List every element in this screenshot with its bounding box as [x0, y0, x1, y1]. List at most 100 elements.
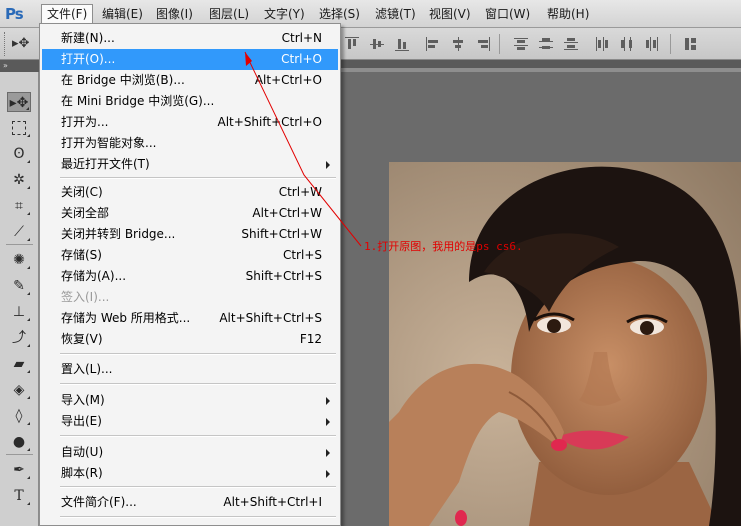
menu-item-label: 打开(O)... [61, 52, 116, 66]
menu-item-scripts[interactable]: 脚本(R) [42, 463, 338, 484]
options-divider [670, 34, 671, 54]
menu-item-shortcut: Ctrl+W [278, 185, 322, 199]
menu-item-label: 恢复(V) [61, 332, 103, 346]
menu-item-label: 新建(N)... [61, 31, 115, 45]
distribute-top-edges-icon[interactable] [514, 37, 528, 51]
pen-tool-icon[interactable]: ✒ [7, 460, 31, 480]
clone-stamp-tool-icon[interactable]: ⊥ [7, 302, 31, 322]
menu-item-close[interactable]: 关闭(C) Ctrl+W [42, 182, 338, 203]
menu-item-new[interactable]: 新建(N)... Ctrl+N [42, 28, 338, 49]
menu-item-open-as[interactable]: 打开为... Alt+Shift+Ctrl+O [42, 112, 338, 133]
menu-view[interactable]: 视图(V) [424, 4, 476, 24]
menu-file[interactable]: 文件(F) [41, 4, 94, 24]
menu-item-label: 脚本(R) [61, 466, 103, 480]
file-menu-dropdown: 新建(N)... Ctrl+N 打开(O)... Ctrl+O 在 Bridge 中… [39, 23, 341, 526]
align-vertical-centers-icon[interactable] [370, 37, 384, 51]
menu-item-open-as-smart-object[interactable]: 打开为智能对象... [42, 133, 338, 154]
menu-item-label: 自动(U) [61, 445, 104, 459]
menu-item-label: 存储为(A)... [61, 269, 127, 283]
menu-item-automate[interactable]: 自动(U) [42, 442, 338, 463]
align-left-edges-icon[interactable] [426, 37, 440, 51]
submenu-arrow-icon [326, 161, 330, 169]
align-right-edges-icon[interactable] [476, 37, 490, 51]
lasso-tool-icon[interactable]: ʘ [7, 144, 31, 164]
type-tool-icon[interactable]: T [7, 486, 31, 506]
menu-item-check-in: 签入(I)... [42, 287, 338, 308]
document-tab-strip [341, 60, 741, 68]
distribute-bottom-edges-icon[interactable] [564, 37, 578, 51]
menu-item-import[interactable]: 导入(M) [42, 390, 338, 411]
menu-item-shortcut: Shift+Ctrl+S [245, 269, 322, 283]
menu-window[interactable]: 窗口(W) [480, 4, 535, 24]
distribute-right-edges-icon[interactable] [645, 37, 659, 51]
menu-item-label: 文件简介(F)... [61, 495, 137, 509]
menu-item-open-recent[interactable]: 最近打开文件(T) [42, 154, 338, 175]
distribute-left-edges-icon[interactable] [595, 37, 609, 51]
history-brush-tool-icon[interactable]: ⤴ [7, 328, 31, 348]
move-tool-icon[interactable]: ▸✥ [7, 92, 31, 112]
menu-item-shortcut: Alt+Shift+Ctrl+O [217, 115, 322, 129]
menu-type[interactable]: 文字(Y) [259, 4, 310, 24]
options-bar-grip[interactable] [4, 32, 7, 56]
marquee-tool-icon[interactable] [7, 118, 31, 138]
menu-item-label: 打开为智能对象... [61, 136, 157, 150]
menu-edit[interactable]: 编辑(E) [97, 4, 148, 24]
menu-separator [60, 516, 336, 518]
move-tool-preset-icon[interactable]: ▸✥ [12, 34, 34, 54]
brush-tool-icon[interactable]: ✎ [7, 276, 31, 296]
spot-healing-tool-icon[interactable]: ✺ [7, 250, 31, 270]
menu-item-label: 关闭并转到 Bridge... [61, 227, 176, 241]
tools-panel: » ▸✥ ʘ ✲ ⌗ ⟋ ✺ ✎ ⊥ ⤴ ▰ ◈ ◊ ● ✒ T [0, 60, 39, 526]
menu-item-shortcut: Alt+Shift+Ctrl+S [219, 311, 322, 325]
menu-image[interactable]: 图像(I) [151, 4, 198, 24]
distribute-horizontal-centers-icon[interactable] [620, 37, 634, 51]
distribute-vertical-centers-icon[interactable] [539, 37, 553, 51]
eyedropper-tool-icon[interactable]: ⟋ [7, 222, 31, 242]
crop-tool-icon[interactable]: ⌗ [7, 196, 31, 216]
blur-tool-icon[interactable]: ◊ [7, 406, 31, 426]
menu-layer[interactable]: 图层(L) [204, 4, 254, 24]
menu-item-label: 存储为 Web 所用格式... [61, 311, 191, 325]
document-photo[interactable] [389, 162, 741, 526]
align-top-edges-icon[interactable] [345, 37, 359, 51]
menu-separator [60, 177, 336, 179]
submenu-arrow-icon [326, 449, 330, 457]
menu-separator [60, 486, 336, 488]
menu-item-save-as[interactable]: 存储为(A)... Shift+Ctrl+S [42, 266, 338, 287]
align-horizontal-centers-icon[interactable] [451, 37, 465, 51]
menu-item-save[interactable]: 存储(S) Ctrl+S [42, 245, 338, 266]
menu-help[interactable]: 帮助(H) [542, 4, 594, 24]
menu-separator [60, 383, 336, 385]
menu-separator [60, 435, 336, 437]
align-bottom-edges-icon[interactable] [395, 37, 409, 51]
submenu-arrow-icon [326, 397, 330, 405]
menu-filter[interactable]: 滤镜(T) [370, 4, 421, 24]
menu-item-label: 置入(L)... [61, 362, 113, 376]
menu-item-shortcut: Alt+Ctrl+O [254, 73, 322, 87]
dodge-tool-icon[interactable]: ● [7, 432, 31, 452]
quick-selection-tool-icon[interactable]: ✲ [7, 170, 31, 190]
menu-item-file-info[interactable]: 文件简介(F)... Alt+Shift+Ctrl+I [42, 492, 338, 513]
menu-select[interactable]: 选择(S) [314, 4, 365, 24]
auto-align-layers-icon[interactable] [684, 37, 698, 51]
menu-item-close-all[interactable]: 关闭全部 Alt+Ctrl+W [42, 203, 338, 224]
eraser-tool-icon[interactable]: ▰ [7, 354, 31, 374]
menu-item-browse-in-bridge[interactable]: 在 Bridge 中浏览(B)... Alt+Ctrl+O [42, 70, 338, 91]
menu-item-open[interactable]: 打开(O)... Ctrl+O [42, 49, 338, 70]
menu-item-shortcut: Ctrl+S [282, 248, 322, 262]
menu-item-browse-in-mini-bridge[interactable]: 在 Mini Bridge 中浏览(G)... [42, 91, 338, 112]
menu-item-shortcut: Ctrl+O [281, 52, 322, 66]
menu-item-label: 打开为... [61, 115, 109, 129]
tools-panel-grip[interactable]: » [0, 60, 39, 72]
menu-item-label: 导入(M) [61, 393, 105, 407]
tools-divider [6, 454, 33, 455]
menu-item-place[interactable]: 置入(L)... [42, 359, 338, 380]
app-logo: Ps [5, 5, 24, 23]
menu-item-close-and-go-to-bridge[interactable]: 关闭并转到 Bridge... Shift+Ctrl+W [42, 224, 338, 245]
menu-item-label: 导出(E) [61, 414, 102, 428]
menu-item-save-for-web[interactable]: 存储为 Web 所用格式... Alt+Shift+Ctrl+S [42, 308, 338, 329]
menu-item-export[interactable]: 导出(E) [42, 411, 338, 432]
paint-bucket-tool-icon[interactable]: ◈ [7, 380, 31, 400]
menu-item-shortcut: Ctrl+N [281, 31, 322, 45]
menu-item-revert[interactable]: 恢复(V) F12 [42, 329, 338, 350]
